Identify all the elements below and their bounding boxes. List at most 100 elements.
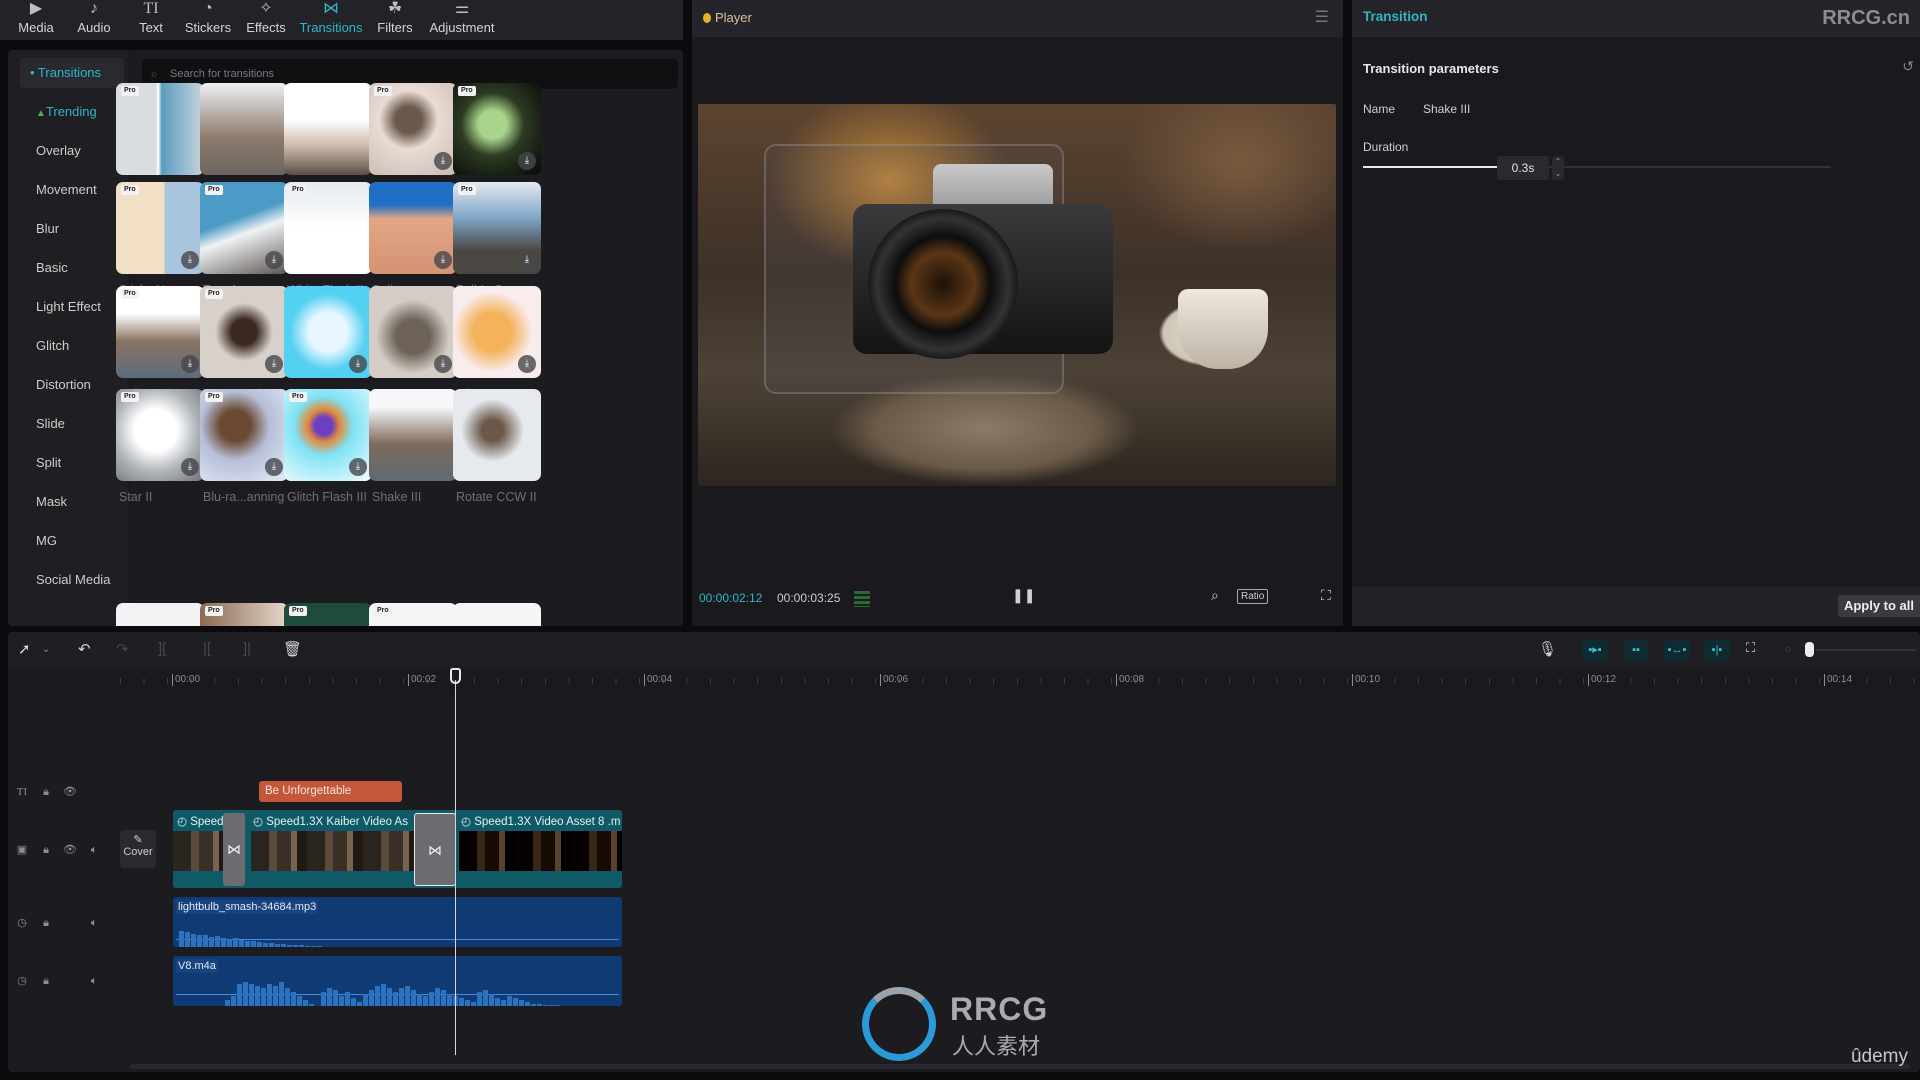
transition-thumbnail[interactable]: Pro ⤓ <box>453 83 541 175</box>
transition-thumbnail[interactable] <box>453 389 541 481</box>
category-mask[interactable]: Mask <box>36 492 67 512</box>
duration-input[interactable]: 0.3s <box>1497 156 1549 180</box>
lock-icon[interactable]: 🔒︎ <box>34 975 58 988</box>
duration-stepper[interactable]: ⌃ ⌄ <box>1552 156 1564 180</box>
playhead[interactable] <box>455 680 456 1055</box>
delete-icon[interactable]: 🗑 <box>283 640 302 658</box>
transition-marker-selected[interactable]: ⋈ <box>414 813 456 886</box>
split-right-icon[interactable]: ]| <box>243 640 251 657</box>
speaker-icon[interactable]: 🔈︎ <box>82 917 106 930</box>
transition-thumbnail[interactable]: ⤓ <box>284 286 372 378</box>
text-clip[interactable]: Be Unforgettable <box>259 781 402 802</box>
transition-thumbnail[interactable]: Pro ⤓ <box>369 83 457 175</box>
undo-icon[interactable]: ↶ <box>78 640 91 658</box>
category-slide[interactable]: Slide <box>36 414 65 434</box>
download-icon[interactable]: ⤓ <box>518 355 536 373</box>
download-icon[interactable]: ⤓ <box>181 355 199 373</box>
transition-thumbnail[interactable]: ⤓ <box>453 286 541 378</box>
tab-audio[interactable]: ♪ Audio <box>72 0 116 40</box>
category-basic[interactable]: Basic <box>36 258 68 278</box>
inspector-title[interactable]: Transition <box>1363 9 1428 24</box>
download-icon[interactable]: ⤓ <box>434 251 452 269</box>
category-movement[interactable]: Movement <box>36 180 97 200</box>
playhead-handle[interactable] <box>450 668 461 684</box>
audio-clip-lightbulb[interactable]: lightbulb_smash-34684.mp3 <box>173 897 622 947</box>
transition-thumbnail[interactable] <box>453 603 541 626</box>
transition-thumbnail[interactable]: Pro ⤓ <box>116 389 204 481</box>
transition-thumbnail[interactable]: ⤓ <box>369 182 457 274</box>
zoom-preview-icon[interactable]: ⌕ <box>1211 587 1219 604</box>
select-tool-icon[interactable]: ➚ <box>18 640 31 658</box>
fullscreen-icon[interactable]: ⛶ <box>1321 587 1331 604</box>
fit-timeline-icon[interactable]: ⛶ <box>1746 640 1755 656</box>
download-icon[interactable]: ⤓ <box>349 458 367 476</box>
eye-icon[interactable]: 👁︎ <box>58 785 82 798</box>
main-track-magnet-icon[interactable]: ▪▸▪ <box>1582 639 1608 661</box>
transition-thumbnail[interactable] <box>200 83 288 175</box>
category-light-effect[interactable]: Light Effect <box>36 297 101 317</box>
tab-filters[interactable]: ☘ Filters <box>374 0 416 40</box>
transition-thumbnail[interactable]: Pro ⤓ <box>200 182 288 274</box>
transition-thumbnail[interactable]: Pro <box>284 603 372 626</box>
tab-transitions[interactable]: ⋈ Transitions <box>298 0 364 40</box>
category-mg[interactable]: MG <box>36 531 57 551</box>
category-split[interactable]: Split <box>36 453 61 473</box>
transition-thumbnail[interactable]: Pro <box>200 603 288 626</box>
download-icon[interactable]: ⤓ <box>181 458 199 476</box>
split-icon[interactable]: ][ <box>158 640 166 657</box>
download-icon[interactable]: ⤓ <box>349 355 367 373</box>
transition-thumbnail[interactable]: Pro ⤓ <box>284 389 372 481</box>
speaker-icon[interactable]: 🔈︎ <box>82 844 106 857</box>
transition-thumbnail[interactable] <box>116 603 204 626</box>
transition-thumbnail[interactable]: Pro ⤓ <box>453 182 541 274</box>
transition-thumbnail[interactable]: Pro <box>284 182 372 274</box>
timeline-ruler[interactable] <box>120 668 1920 694</box>
category-overlay[interactable]: Overlay <box>36 141 81 161</box>
category-glitch[interactable]: Glitch <box>36 336 69 356</box>
tab-text[interactable]: TI Text <box>131 0 171 40</box>
zoom-out-icon[interactable]: ○ <box>1784 642 1791 656</box>
video-preview[interactable] <box>698 104 1336 486</box>
download-icon[interactable]: ⤓ <box>265 458 283 476</box>
tab-media[interactable]: ▶ Media <box>14 0 58 40</box>
download-icon[interactable]: ⤓ <box>265 251 283 269</box>
speaker-icon[interactable]: 🔈︎ <box>82 975 106 988</box>
transition-thumbnail[interactable]: Pro ⤓ <box>200 389 288 481</box>
tab-effects[interactable]: ✧ Effects <box>242 0 290 40</box>
transition-thumbnail[interactable]: Pro <box>116 83 204 175</box>
preview-axis-icon[interactable]: ▪|▪ <box>1704 639 1730 661</box>
category-blur[interactable]: Blur <box>36 219 59 239</box>
chevron-down-icon[interactable]: ⌄ <box>42 644 50 655</box>
tab-stickers[interactable]: ◔ Stickers <box>182 0 234 40</box>
transition-thumbnail[interactable] <box>284 83 372 175</box>
auto-snap-icon[interactable]: ▪▪ <box>1623 639 1649 661</box>
lock-icon[interactable]: 🔒︎ <box>34 917 58 930</box>
transition-thumbnail[interactable]: ⤓ <box>369 286 457 378</box>
eye-icon[interactable]: 👁︎ <box>58 843 82 856</box>
category-header-transitions[interactable]: • Transitions <box>20 58 124 88</box>
menu-icon[interactable]: ☰ <box>1315 7 1329 27</box>
transition-thumbnail[interactable] <box>369 389 457 481</box>
cover-button[interactable]: ✎ Cover <box>120 830 156 868</box>
download-icon[interactable]: ⤓ <box>518 251 536 269</box>
download-icon[interactable]: ⤓ <box>518 152 536 170</box>
pause-button[interactable]: ❚❚ <box>1012 587 1035 604</box>
transition-thumbnail[interactable]: Pro ⤓ <box>200 286 288 378</box>
category-distortion[interactable]: Distortion <box>36 375 91 395</box>
transition-marker[interactable]: ⋈ <box>223 813 245 886</box>
linkage-icon[interactable]: ▪↔▪ <box>1664 639 1690 661</box>
category-trending[interactable]: ▲Trending <box>36 102 97 122</box>
lock-icon[interactable]: 🔒︎ <box>34 786 58 799</box>
reset-icon[interactable]: ↺ <box>1902 58 1914 75</box>
transition-thumbnail[interactable]: Pro <box>369 603 457 626</box>
download-icon[interactable]: ⤓ <box>265 355 283 373</box>
timeline-zoom-slider[interactable] <box>1816 649 1916 651</box>
category-social-media[interactable]: Social Media <box>36 570 110 590</box>
microphone-icon[interactable]: 🎙 <box>1538 640 1557 658</box>
download-icon[interactable]: ⤓ <box>434 152 452 170</box>
duration-slider[interactable] <box>1363 160 1831 174</box>
tab-adjustment[interactable]: ⚌ Adjustment <box>426 0 498 40</box>
download-icon[interactable]: ⤓ <box>181 251 199 269</box>
lock-icon[interactable]: 🔒︎ <box>34 844 58 857</box>
ratio-button[interactable]: Ratio <box>1237 589 1269 604</box>
